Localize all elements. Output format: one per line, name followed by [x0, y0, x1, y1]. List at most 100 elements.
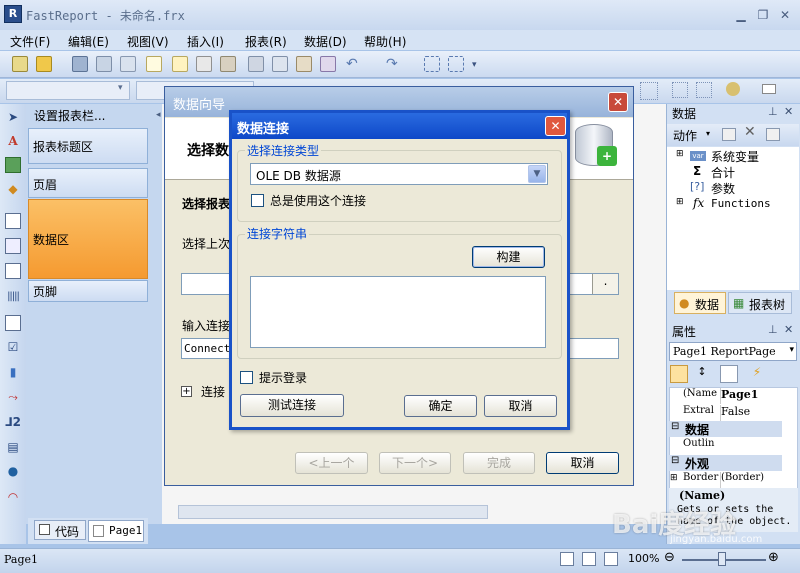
chart-icon[interactable]: ▮ [5, 364, 21, 380]
undo-icon[interactable]: ↶ [346, 56, 362, 72]
delete-page-icon[interactable] [196, 56, 212, 72]
expand-icon[interactable]: + [181, 386, 192, 397]
close-icon[interactable]: ✕ [777, 8, 793, 22]
border-icon[interactable] [696, 82, 712, 98]
grid-icon[interactable] [640, 82, 658, 100]
richtext-icon[interactable] [5, 315, 21, 331]
save-icon[interactable] [72, 56, 88, 72]
panel-close-icon[interactable]: ✕ [784, 105, 793, 118]
line-icon[interactable]: ⤳ [5, 389, 21, 405]
chevron-down-icon[interactable]: ▼ [528, 165, 546, 183]
fill-color-icon[interactable] [726, 82, 740, 96]
object-selector[interactable]: Page1 ReportPage ▾ [669, 342, 797, 361]
menu-report[interactable]: 报表(R) [245, 33, 287, 50]
subreport-icon[interactable] [5, 213, 21, 229]
next-button[interactable]: 下一个> [379, 452, 451, 474]
view-page-icon[interactable] [582, 552, 596, 566]
prev-button[interactable]: <上一个 [295, 452, 368, 474]
band-page-header[interactable]: 页眉 [28, 168, 148, 198]
print-icon[interactable] [96, 56, 112, 72]
build-button[interactable]: 构建 [472, 246, 545, 268]
copy-icon[interactable] [272, 56, 288, 72]
properties-icon[interactable] [720, 365, 738, 383]
tree-totals[interactable]: 合计 [711, 164, 735, 181]
style-combobox[interactable] [6, 81, 130, 100]
ungroup-icon[interactable] [448, 56, 464, 72]
menu-insert[interactable]: 插入(I) [187, 33, 224, 50]
minimize-icon[interactable]: ▁ [733, 8, 749, 22]
menu-edit[interactable]: 编辑(E) [68, 33, 109, 50]
new-page-icon[interactable] [146, 56, 162, 72]
tab-page1[interactable]: Page1 [88, 520, 144, 542]
ok-button[interactable]: 确定 [404, 395, 477, 417]
open-icon[interactable] [36, 56, 52, 72]
toolbar-overflow-icon[interactable]: ▾ [472, 60, 477, 70]
view-normal-icon[interactable] [560, 552, 574, 566]
expand-icon[interactable]: ⊞ [670, 473, 678, 483]
preview-icon[interactable] [120, 56, 136, 72]
format-painter-icon[interactable] [320, 56, 336, 72]
edit-icon[interactable] [722, 128, 736, 141]
expand-icon[interactable]: ⊞ [676, 197, 684, 207]
close-icon[interactable]: ✕ [608, 92, 628, 112]
maximize-icon[interactable]: ❐ [755, 8, 771, 22]
cut-icon[interactable] [248, 56, 264, 72]
horizontal-scrollbar[interactable] [178, 505, 488, 519]
band-page-footer[interactable]: 页脚 [28, 280, 148, 302]
tab-code[interactable]: 代码 [34, 520, 86, 540]
connection-string-textarea[interactable] [250, 276, 546, 348]
new-report-icon[interactable] [12, 56, 28, 72]
prop-value-extra[interactable]: False [720, 405, 796, 421]
view-icon[interactable] [766, 128, 780, 141]
barcode-icon[interactable]: ||||| [5, 289, 21, 305]
tab-data[interactable]: ● 数据 [674, 292, 726, 314]
map-icon[interactable]: ● [5, 463, 21, 479]
group-icon[interactable] [424, 56, 440, 72]
band-report-title[interactable]: 报表标题区 [28, 128, 148, 164]
shape-icon[interactable]: ◆ [5, 181, 21, 197]
zoom-out-icon[interactable]: ⊖ [664, 550, 675, 565]
zoom-slider-thumb[interactable] [718, 552, 726, 566]
pin-icon[interactable]: ⊥ [768, 105, 778, 118]
menu-file[interactable]: 文件(F) [10, 33, 50, 50]
prop-value-border[interactable]: (Border) [720, 472, 796, 488]
picture-icon[interactable] [5, 157, 21, 173]
wizard-cancel-button[interactable]: 取消 [546, 452, 619, 474]
cancel-button[interactable]: 取消 [484, 395, 557, 417]
ellipsis-button[interactable]: . [592, 274, 618, 294]
band-setup-header[interactable]: 设置报表栏... [34, 107, 105, 124]
category-row[interactable]: ⊟ 外观 [669, 455, 782, 471]
zoom-in-icon[interactable]: ⊕ [768, 550, 779, 565]
collapse-arrow-icon[interactable]: ◂ [156, 110, 161, 120]
cellular-text-icon[interactable]: ▤ [5, 439, 21, 455]
frame-icon[interactable] [672, 82, 688, 98]
test-connection-button[interactable]: 测试连接 [240, 394, 344, 417]
band-data[interactable]: 数据区 [28, 199, 148, 279]
sort-az-icon[interactable]: ↕ [693, 365, 711, 383]
view-fit-icon[interactable] [604, 552, 618, 566]
connection-type-select[interactable]: OLE DB 数据源 ▼ [250, 163, 548, 185]
close-icon[interactable]: ✕ [545, 116, 566, 136]
table-icon[interactable] [5, 238, 21, 254]
panel-close-icon[interactable]: ✕ [784, 323, 793, 336]
line-style-icon[interactable] [762, 84, 776, 94]
action-dropdown[interactable]: 动作 [673, 127, 697, 144]
tree-system-vars[interactable]: 系统变量 [711, 148, 759, 165]
always-use-checkbox[interactable] [251, 194, 264, 207]
zip-code-icon[interactable]: ⅃2 [5, 414, 21, 430]
checkbox-icon[interactable]: ☑ [5, 339, 21, 355]
tree-parameters[interactable]: 参数 [711, 180, 735, 197]
prompt-login-checkbox[interactable] [240, 371, 253, 384]
paste-icon[interactable] [296, 56, 312, 72]
page-setup-icon[interactable] [220, 56, 236, 72]
expand-icon[interactable]: ⊞ [676, 149, 684, 159]
redo-icon[interactable]: ↷ [386, 56, 402, 72]
pointer-icon[interactable]: ➤ [5, 109, 21, 125]
matrix-icon[interactable] [5, 263, 21, 279]
menu-help[interactable]: 帮助(H) [364, 33, 406, 50]
tab-report-tree[interactable]: ▦ 报表树 [728, 292, 792, 314]
new-dialog-icon[interactable] [172, 56, 188, 72]
finish-button[interactable]: 完成 [463, 452, 535, 474]
menu-data[interactable]: 数据(D) [304, 33, 347, 50]
category-row[interactable]: ⊟ 数据 [669, 421, 782, 437]
